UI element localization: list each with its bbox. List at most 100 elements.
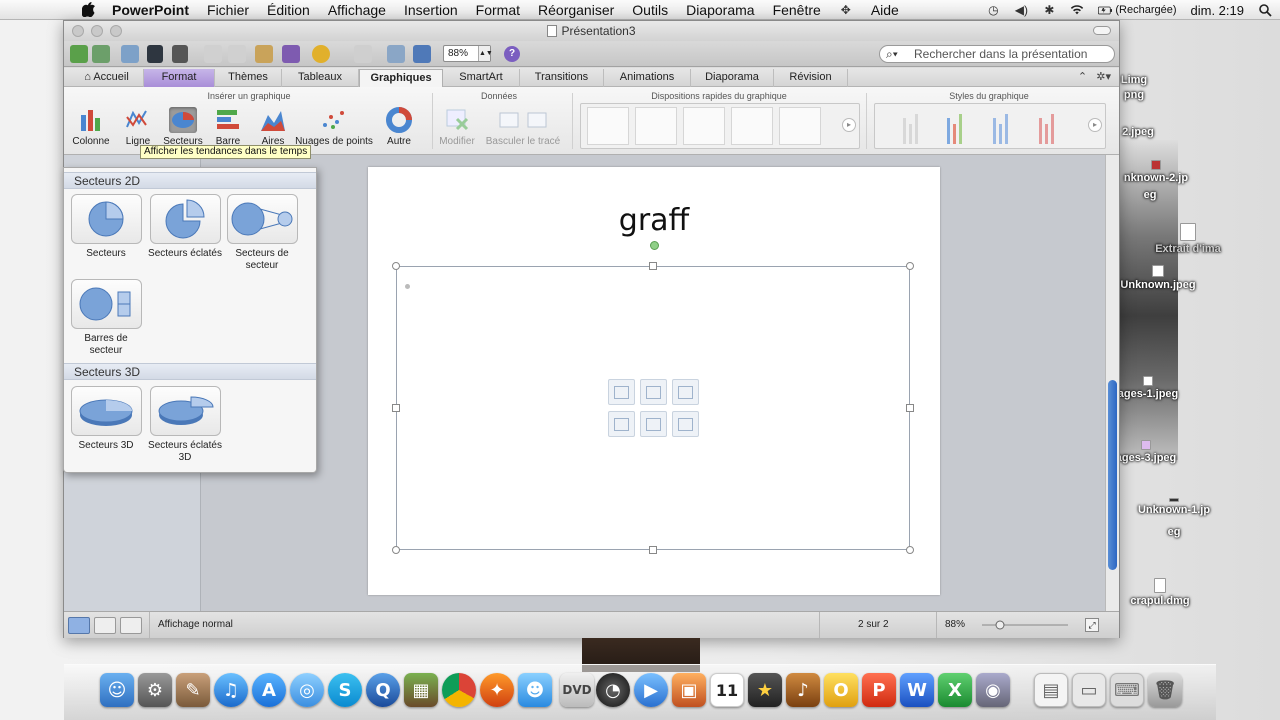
garageband-icon[interactable]: ♪ xyxy=(786,673,820,707)
redo-icon[interactable] xyxy=(354,45,372,63)
layout-thumb[interactable] xyxy=(683,107,725,145)
zoom-slider[interactable] xyxy=(982,620,1102,630)
powerpoint-icon[interactable]: P xyxy=(862,673,896,707)
copy-icon[interactable] xyxy=(228,45,246,63)
help-button[interactable]: ? xyxy=(504,46,520,62)
time-machine-icon[interactable]: ◷ xyxy=(986,3,1000,17)
minimize-window-button[interactable] xyxy=(91,25,103,37)
resize-handle[interactable] xyxy=(906,262,914,270)
insert-picture-icon[interactable] xyxy=(608,411,635,437)
print-icon[interactable] xyxy=(172,45,188,63)
scrollbar-thumb[interactable] xyxy=(1108,380,1117,570)
cut-icon[interactable] xyxy=(204,45,222,63)
pie-2d-secteurs[interactable]: Secteurs xyxy=(69,194,143,260)
preview-icon[interactable]: ✎ xyxy=(176,673,210,707)
tab-graphiques[interactable]: Graphiques xyxy=(359,69,443,88)
itunes-icon[interactable]: ♫ xyxy=(214,673,248,707)
zoom-window-button[interactable] xyxy=(110,25,122,37)
slide-canvas[interactable]: graff xyxy=(368,167,940,595)
save-icon[interactable] xyxy=(147,45,163,63)
chart-ligne-button[interactable]: Ligne xyxy=(113,107,163,147)
chart-secteurs-button[interactable]: Secteurs xyxy=(158,107,208,147)
tab-diaporama[interactable]: Diaporama xyxy=(691,69,774,87)
applications-stack-icon[interactable]: ⌨ xyxy=(1110,673,1144,707)
layouts-gallery[interactable]: ▸ xyxy=(580,103,860,149)
resize-handle[interactable] xyxy=(906,546,914,554)
system-preferences-icon[interactable]: ⚙ xyxy=(138,673,172,707)
menu-outils[interactable]: Outils xyxy=(632,2,668,18)
menu-aide[interactable]: Aide xyxy=(871,2,899,18)
tab-revision[interactable]: Révision xyxy=(774,69,848,87)
resize-handle[interactable] xyxy=(392,262,400,270)
downloads-stack-icon[interactable]: ▭ xyxy=(1072,673,1106,707)
desktop-file[interactable]: Extrait d'ima xyxy=(1138,223,1238,255)
vertical-scrollbar[interactable] xyxy=(1105,155,1119,611)
slide-sorter-view-button[interactable] xyxy=(94,617,116,634)
wifi-icon[interactable] xyxy=(1070,3,1084,17)
resize-handle[interactable] xyxy=(392,546,400,554)
resize-handle[interactable] xyxy=(392,404,400,412)
pie-2d-secteurs-de-secteur[interactable]: Secteurs de secteur xyxy=(225,194,299,272)
tab-smartart[interactable]: SmartArt xyxy=(443,69,520,87)
chart-autre-button[interactable]: Autre xyxy=(374,107,424,147)
desktop-file[interactable]: crapul.dmg xyxy=(1110,578,1210,607)
desktop-file[interactable]: nknown-2.jp xyxy=(1106,160,1206,184)
pie-2d-secteurs-eclates[interactable]: Secteurs éclatés xyxy=(148,194,222,260)
new-presentation-icon[interactable] xyxy=(70,45,88,63)
menu-fenetre[interactable]: Fenêtre xyxy=(773,2,821,18)
styles-gallery[interactable]: ▸ xyxy=(874,103,1106,149)
menu-format[interactable]: Format xyxy=(476,2,520,18)
documents-stack-icon[interactable]: ▤ xyxy=(1034,673,1068,707)
zoom-select[interactable]: 88% ▲▼ xyxy=(443,45,493,62)
dashboard-icon[interactable]: ◔ xyxy=(596,673,630,707)
insert-chart-icon[interactable] xyxy=(640,379,667,405)
script-menu-icon[interactable]: ✥ xyxy=(839,3,853,17)
insert-clipart-icon[interactable] xyxy=(640,411,667,437)
contacts-icon[interactable]: ☻ xyxy=(518,673,552,707)
iphoto-icon[interactable]: ▣ xyxy=(672,673,706,707)
fit-window-icon[interactable]: ⤢ xyxy=(1085,618,1099,632)
search-field[interactable]: ⌕▾ Rechercher dans la présentation xyxy=(879,45,1115,63)
excel-icon[interactable]: X xyxy=(938,673,972,707)
toolbar-toggle-button[interactable] xyxy=(1093,26,1111,35)
safari-icon[interactable]: ◎ xyxy=(290,673,324,707)
resize-handle[interactable] xyxy=(649,262,657,270)
chrome-icon[interactable] xyxy=(442,673,476,707)
battery-status[interactable]: (Rechargée) xyxy=(1098,3,1177,17)
gallery-next-icon[interactable]: ▸ xyxy=(842,118,856,132)
tab-transitions[interactable]: Transitions xyxy=(520,69,604,87)
undo-icon[interactable] xyxy=(312,45,330,63)
modifier-button[interactable]: Modifier xyxy=(432,107,482,147)
word-icon[interactable]: W xyxy=(900,673,934,707)
calendar-icon[interactable]: 11 xyxy=(710,673,744,707)
clock[interactable]: dim. 2:19 xyxy=(1191,3,1244,18)
chart-nuages-button[interactable]: Nuages de points xyxy=(294,107,374,147)
gallery-icon[interactable] xyxy=(387,45,405,63)
chart-barre-button[interactable]: Barre xyxy=(203,107,253,147)
pie-3d-secteurs-eclates[interactable]: Secteurs éclatés 3D xyxy=(148,386,222,464)
content-placeholder[interactable] xyxy=(392,241,914,554)
menu-diaporama[interactable]: Diaporama xyxy=(686,2,754,18)
spotlight-search-icon[interactable] xyxy=(1258,3,1272,17)
insert-movie-icon[interactable] xyxy=(672,411,699,437)
pie-2d-barres-de-secteur[interactable]: Barres de secteur xyxy=(69,279,143,357)
imovie-icon[interactable]: ★ xyxy=(748,673,782,707)
mission-control-icon[interactable]: ▶ xyxy=(634,673,668,707)
format-painter-icon[interactable] xyxy=(282,45,300,63)
menu-edition[interactable]: Édition xyxy=(267,2,310,18)
layout-thumb[interactable] xyxy=(635,107,677,145)
firefox-icon[interactable]: ✦ xyxy=(480,673,514,707)
outlook-icon[interactable]: O xyxy=(824,673,858,707)
volume-icon[interactable]: ◀︎) xyxy=(1014,3,1028,17)
rotation-handle[interactable] xyxy=(650,241,659,250)
menu-reorganiser[interactable]: Réorganiser xyxy=(538,2,614,18)
tab-themes[interactable]: Thèmes xyxy=(215,69,282,87)
layout-thumb[interactable] xyxy=(731,107,773,145)
dvd-player-icon[interactable]: DVD xyxy=(560,673,594,707)
tab-format[interactable]: Format xyxy=(144,69,215,87)
app-menu[interactable]: PowerPoint xyxy=(112,2,189,18)
menu-fichier[interactable]: Fichier xyxy=(207,2,249,18)
pie-chart-gallery-menu[interactable]: Secteurs 2D Secteurs Secteurs éclatés Se… xyxy=(63,167,317,473)
close-window-button[interactable] xyxy=(72,25,84,37)
minecraft-icon[interactable]: ▦ xyxy=(404,673,438,707)
